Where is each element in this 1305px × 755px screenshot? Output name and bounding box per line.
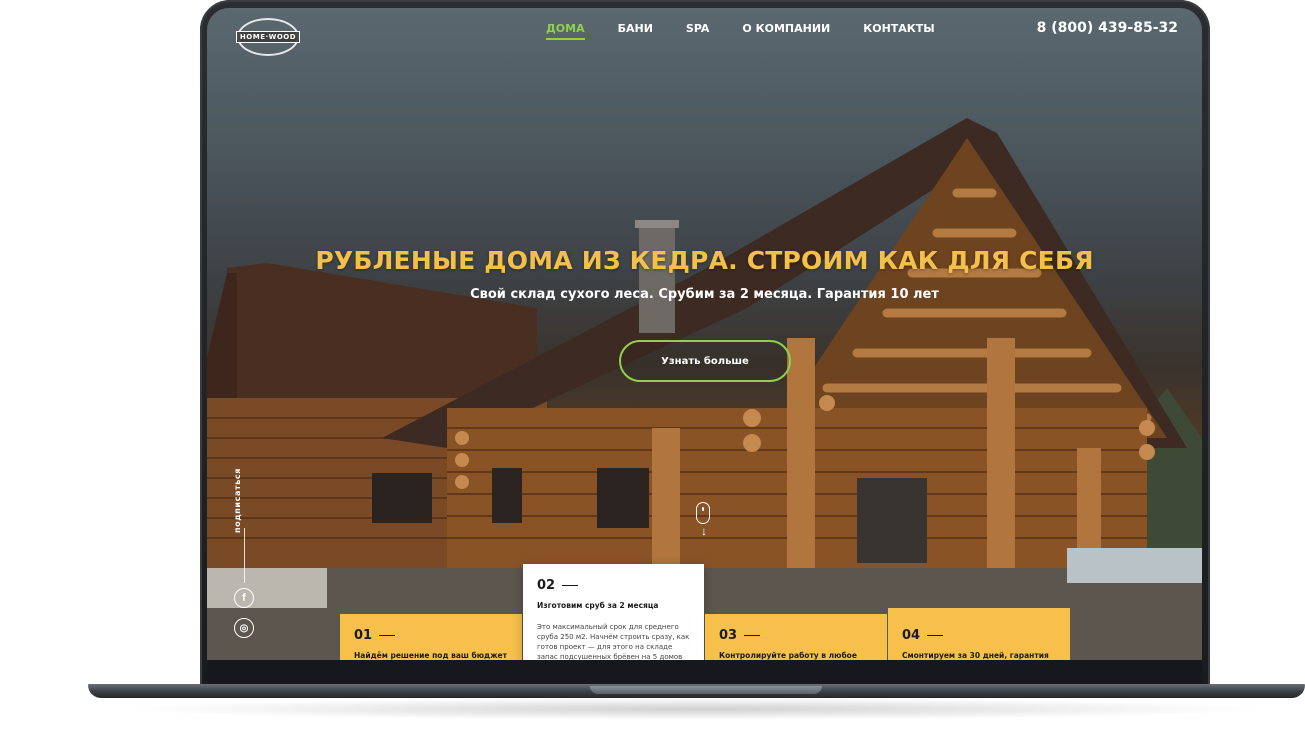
screen-bottom-bezel — [207, 660, 1202, 684]
facebook-icon[interactable]: f — [234, 588, 254, 608]
feature-card-1[interactable]: 01 Найдём решение под ваш бюджет — [340, 614, 522, 660]
feature-card-3[interactable]: 03 Контролируйте работу в любое время — [705, 614, 887, 660]
hero-background-image — [207, 118, 1202, 660]
feature-card-4[interactable]: 04 Смонтируем за 30 дней, гарантия 10 ле… — [888, 608, 1070, 660]
main-nav: ДОМА БАНИ SPA О КОМПАНИИ КОНТАКТЫ — [546, 22, 968, 40]
arrow-down-icon[interactable]: ↓ — [697, 524, 711, 538]
feature-number: 02 — [537, 578, 690, 593]
hero-title: РУБЛЕНЫЕ ДОМА ИЗ КЕДРА. СТРОИМ КАК ДЛЯ С… — [315, 246, 1094, 275]
phone-number[interactable]: 8 (800) 439-85-32 — [1037, 20, 1178, 36]
subscribe-divider — [244, 528, 245, 583]
laptop-shadow — [120, 698, 1270, 720]
homewood-logo[interactable]: HOME·WOOD — [235, 18, 301, 56]
feature-title: Найдём решение под ваш бюджет — [354, 651, 507, 660]
nav-item-doma[interactable]: ДОМА — [546, 22, 585, 40]
nav-item-spa[interactable]: SPA — [686, 22, 710, 40]
hero-subtitle: Свой склад сухого леса. Срубим за 2 меся… — [470, 287, 939, 302]
learn-more-button[interactable]: Узнать больше — [619, 340, 791, 382]
nav-item-kontakty[interactable]: КОНТАКТЫ — [863, 22, 934, 40]
feature-title: Контролируйте работу в любое время — [719, 651, 857, 660]
website-screen: HOME·WOOD ДОМА БАНИ SPA О КОМПАНИИ КОНТА… — [207, 8, 1202, 660]
scroll-mouse-icon[interactable] — [696, 502, 710, 524]
feature-description: Это максимальный срок для среднего сруба… — [537, 623, 690, 660]
nav-item-o-kompanii[interactable]: О КОМПАНИИ — [742, 22, 830, 40]
laptop-notch — [590, 686, 822, 694]
instagram-icon[interactable]: ◎ — [234, 618, 254, 638]
logo-text: HOME·WOOD — [235, 31, 301, 43]
feature-number: 01 — [354, 628, 508, 643]
nav-item-bani[interactable]: БАНИ — [618, 22, 653, 40]
feature-card-2[interactable]: 02 Изготовим сруб за 2 месяца Это максим… — [523, 564, 704, 660]
feature-title: Смонтируем за 30 дней, гарантия 10 лет — [902, 651, 1049, 660]
feature-title: Изготовим сруб за 2 месяца — [537, 601, 659, 610]
subscribe-label: подписаться — [233, 468, 242, 533]
feature-number: 03 — [719, 628, 873, 643]
feature-number: 04 — [902, 628, 1056, 643]
